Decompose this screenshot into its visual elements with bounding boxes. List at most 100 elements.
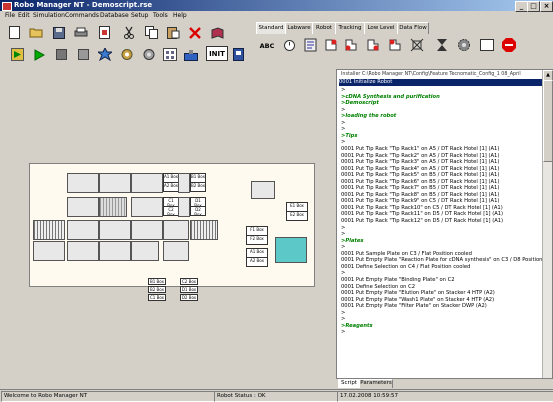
stacker-label: D1 Box xyxy=(180,286,198,293)
delete-icon[interactable] xyxy=(186,24,204,41)
deck-plate[interactable] xyxy=(131,197,163,217)
new-document-icon[interactable] xyxy=(5,24,23,41)
deck-plate[interactable] xyxy=(190,220,218,240)
variable-icon[interactable] xyxy=(301,36,319,53)
settings-icon[interactable] xyxy=(140,46,158,63)
deck-plate[interactable] xyxy=(99,241,131,261)
scroll-thumb[interactable] xyxy=(543,80,553,162)
open-folder-icon[interactable] xyxy=(27,24,45,41)
script-comment-line[interactable]: >Reagents xyxy=(341,323,373,330)
deck-plate[interactable] xyxy=(33,241,65,261)
deck-plate[interactable] xyxy=(99,197,127,217)
deck-plate[interactable] xyxy=(163,220,189,240)
goto-icon[interactable] xyxy=(364,36,382,53)
position-label: E2 Box xyxy=(286,211,308,221)
tab-data-flow[interactable]: Data Flow xyxy=(397,22,429,34)
cut-icon[interactable] xyxy=(120,24,138,41)
deck-plate[interactable] xyxy=(33,220,65,240)
tab-script[interactable]: Script xyxy=(338,379,360,388)
configuration-icon[interactable] xyxy=(118,46,136,63)
init-button[interactable]: INIT xyxy=(206,46,228,61)
script-view-tabs: Script Parameters xyxy=(336,379,396,388)
tab-low-level[interactable]: Low Level xyxy=(364,22,398,34)
menu-bar: File Edit Simulation Commands Database S… xyxy=(0,11,553,21)
tab-parameters[interactable]: Parameters xyxy=(359,379,393,388)
script-panel[interactable]: Installer C:\Robo Manager NT\Config\Feat… xyxy=(336,69,553,379)
menu-database[interactable]: Database xyxy=(100,11,129,21)
menu-file[interactable]: File xyxy=(5,11,15,21)
menu-tools[interactable]: Tools xyxy=(153,11,168,21)
deck-plate[interactable] xyxy=(99,173,131,193)
script-comment-line[interactable]: >loading the robot xyxy=(341,113,396,120)
message-box-icon[interactable] xyxy=(478,36,496,53)
position-label: A2 Box xyxy=(163,182,179,192)
menu-edit[interactable]: Edit xyxy=(18,11,30,21)
vertical-scrollbar[interactable]: ▲ xyxy=(542,70,553,378)
tab-tracking[interactable]: Tracking xyxy=(335,22,365,34)
position-label: B2 Box xyxy=(190,182,206,192)
script-line[interactable]: 0001 Put Empty Plate "Filter Plate" on S… xyxy=(341,303,487,310)
stop-icon[interactable] xyxy=(52,46,70,63)
run-abort-icon[interactable] xyxy=(8,46,26,63)
position-label: A2 Box xyxy=(246,257,268,267)
loop-icon[interactable] xyxy=(342,36,360,53)
script-line[interactable]: > xyxy=(341,329,345,336)
window-title: Robo Manager NT - Demoscript.rse xyxy=(14,1,153,9)
label-icon[interactable] xyxy=(386,36,404,53)
position-label: D2 Box xyxy=(190,206,206,216)
deck-plate[interactable] xyxy=(178,197,190,217)
worktable-deck: A1 Box A2 Box B1 Box B2 Box C1 Box C2 Bo… xyxy=(29,163,315,287)
title-bar: Robo Manager NT - Demoscript.rse _ □ × xyxy=(0,0,553,12)
run-document-icon[interactable] xyxy=(95,24,113,41)
text-command-button[interactable]: ABC xyxy=(258,37,276,54)
help-book-icon[interactable] xyxy=(208,24,226,41)
status-bar: Welcome to Robo Manager NT Robot Status … xyxy=(0,389,553,402)
robot-status: Robot Status : OK xyxy=(214,391,338,402)
barcode-icon[interactable] xyxy=(182,46,200,63)
selected-plate[interactable] xyxy=(275,237,307,263)
script-line[interactable]: 0001 Put Tip Rack "Tip Rack12" on D5 / D… xyxy=(341,218,503,225)
position-label: C2 Box xyxy=(163,206,179,216)
deck-plate[interactable] xyxy=(67,173,99,193)
script-comment-line[interactable]: >Demoscript xyxy=(341,100,379,107)
gear-icon[interactable] xyxy=(455,36,473,53)
deck-plate[interactable] xyxy=(131,173,163,193)
if-condition-icon[interactable] xyxy=(322,36,340,53)
deck-plate[interactable] xyxy=(99,220,131,240)
deck-layout-icon[interactable] xyxy=(161,46,179,63)
deck-plate[interactable] xyxy=(163,241,189,261)
deck-plate[interactable] xyxy=(67,197,99,217)
menu-setup[interactable]: Setup xyxy=(131,11,148,21)
app-icon xyxy=(2,2,12,11)
tab-robot[interactable]: Robot xyxy=(312,22,336,34)
stacker-label: B1 Box xyxy=(148,278,166,285)
menu-help[interactable]: Help xyxy=(173,11,187,21)
step-icon[interactable] xyxy=(96,46,114,63)
menu-simulation[interactable]: Simulation xyxy=(33,11,65,21)
print-icon[interactable] xyxy=(72,24,90,41)
hourglass-icon[interactable] xyxy=(433,36,451,53)
selected-script-line[interactable]: 0001 Initialize Robot xyxy=(339,79,542,86)
tab-labware[interactable]: Labware xyxy=(285,22,313,34)
copy-icon[interactable] xyxy=(142,24,160,41)
deck-plate[interactable] xyxy=(251,181,275,199)
timer-icon[interactable] xyxy=(280,36,298,53)
deck-plate[interactable] xyxy=(67,220,99,240)
subroutine-icon[interactable] xyxy=(408,36,426,53)
tab-standard[interactable]: Standard xyxy=(256,22,286,34)
stop-sign-icon[interactable] xyxy=(500,36,518,53)
play-icon[interactable] xyxy=(30,46,48,63)
stacker-label: C2 Box xyxy=(180,278,198,285)
paste-icon[interactable] xyxy=(164,24,182,41)
deck-plate[interactable] xyxy=(67,241,99,261)
deck-plate[interactable] xyxy=(131,220,163,240)
script-path-header: Installer C:\Robo Manager NT\Config\Feat… xyxy=(341,72,521,77)
menu-commands[interactable]: Commands xyxy=(65,11,99,21)
info-icon[interactable] xyxy=(229,46,247,63)
stacker-label: B2 Box xyxy=(148,286,166,293)
pause-icon[interactable] xyxy=(74,46,92,63)
deck-plate[interactable] xyxy=(131,241,159,261)
script-line[interactable]: 0001 Define Selection on C4 / Flat Posit… xyxy=(341,264,470,271)
save-icon[interactable] xyxy=(50,24,68,41)
deck-plate[interactable] xyxy=(178,173,190,193)
